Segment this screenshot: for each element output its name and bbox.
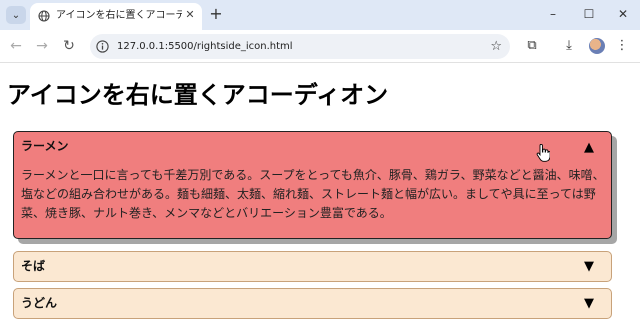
page-title: アイコンを右に置くアコーディオン [7,81,389,109]
accordion-label: うどん [21,296,58,310]
accordion-item-udon: うどん ▼ [13,288,612,319]
back-button[interactable]: ← [6,36,26,56]
avatar[interactable] [589,38,605,54]
window-close-button[interactable]: ✕ [612,4,634,24]
accordion-label: ラーメン [21,139,69,153]
tab-strip: ⌄ アイコンを右に置くアコーディオン ✕ + – ☐ ✕ [0,0,640,30]
url-text: 127.0.0.1:5500/rightside_icon.html [117,41,293,52]
reload-button[interactable]: ↻ [59,36,79,56]
accordion-item-ramen: ラーメン ▲ ラーメンと一口に言っても千差万別である。スープをとっても魚介、豚骨… [13,131,612,239]
new-tab-button[interactable]: + [207,5,225,23]
page-content: アイコンを右に置くアコーディオン ラーメン ▲ ラーメンと一口に言っても千差万別… [0,64,640,330]
chevron-down-icon: ⌄ [11,9,21,21]
tab-search-button[interactable]: ⌄ [6,6,26,24]
more-vert-icon[interactable]: ⋮ [612,36,632,56]
active-tab[interactable]: アイコンを右に置くアコーディオン ✕ [30,3,202,30]
download-icon[interactable]: ⤓ [559,36,579,56]
chevron-down-icon: ▼ [584,259,594,274]
accordion-label: そば [21,259,46,273]
accordion-summary-udon[interactable]: うどん ▼ [14,289,611,319]
hand-cursor-icon [536,144,550,162]
info-icon[interactable] [96,40,109,53]
minimize-button[interactable]: – [542,4,564,24]
chevron-down-icon: ▼ [584,296,594,311]
forward-button[interactable]: → [32,36,52,56]
accordion-summary-soba[interactable]: そば ▼ [14,252,611,282]
close-icon[interactable]: ✕ [183,8,197,22]
chevron-up-icon: ▲ [584,140,594,155]
accordion-content: ラーメンと一口に言っても千差万別である。スープをとっても魚介、豚骨、鶏ガラ、野菜… [21,168,605,220]
browser-toolbar: ← → ↻ 127.0.0.1:5500/rightside_icon.html… [0,30,640,63]
maximize-button[interactable]: ☐ [578,4,600,24]
accordion-summary-ramen[interactable]: ラーメン ▲ [14,132,611,162]
accordion-item-soba: そば ▼ [13,251,612,282]
puzzle-icon[interactable]: ⧉ [522,36,542,56]
tab-title: アイコンを右に置くアコーディオン [56,10,182,21]
address-bar[interactable]: 127.0.0.1:5500/rightside_icon.html ☆ [90,34,510,59]
star-icon[interactable]: ☆ [490,38,502,55]
globe-icon [38,10,50,22]
